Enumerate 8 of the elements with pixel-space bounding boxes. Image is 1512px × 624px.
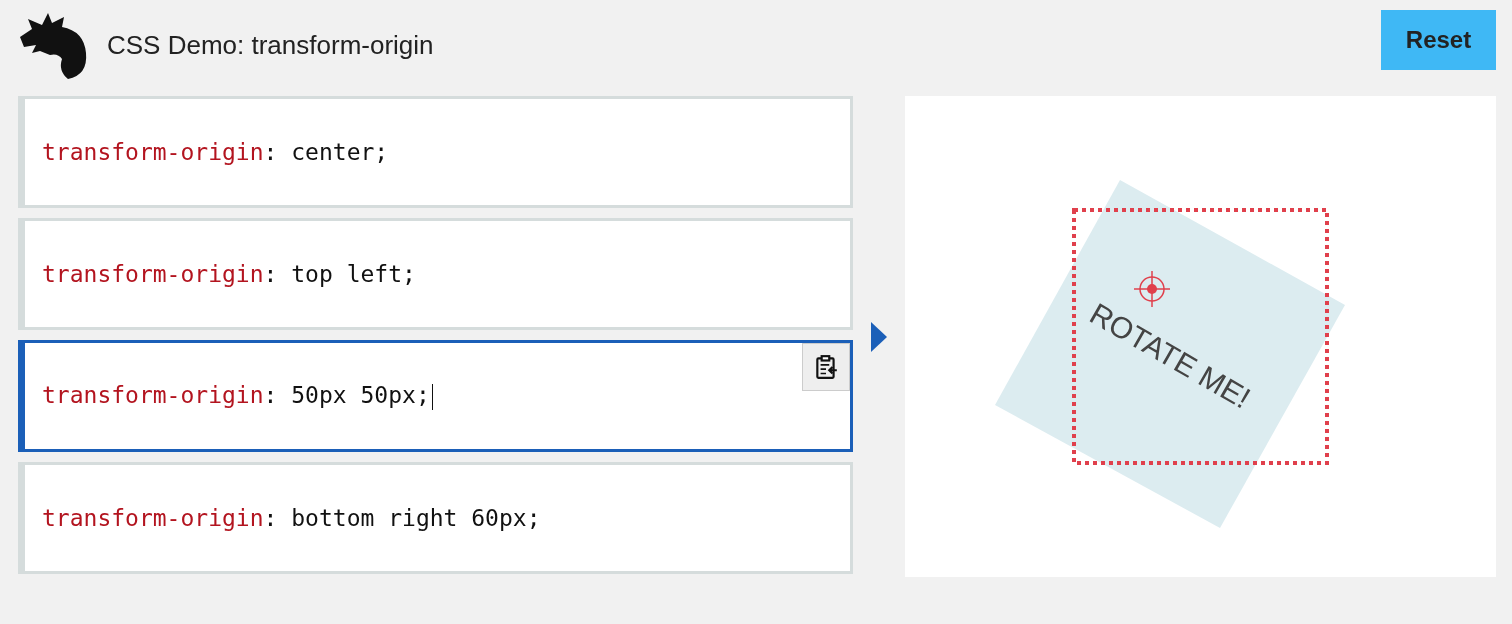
code-example[interactable]: transform-origin: 50px 50px; bbox=[18, 340, 853, 452]
demo-title: CSS Demo: transform-origin bbox=[107, 29, 435, 61]
code-example[interactable]: transform-origin: bottom right 60px; bbox=[18, 462, 853, 574]
play-arrow-icon bbox=[871, 321, 887, 352]
reset-button[interactable]: Reset bbox=[1381, 10, 1496, 70]
code-example[interactable]: transform-origin: center; bbox=[18, 96, 853, 208]
clipboard-icon[interactable] bbox=[802, 343, 850, 391]
code-example[interactable]: transform-origin: top left; bbox=[18, 218, 853, 330]
